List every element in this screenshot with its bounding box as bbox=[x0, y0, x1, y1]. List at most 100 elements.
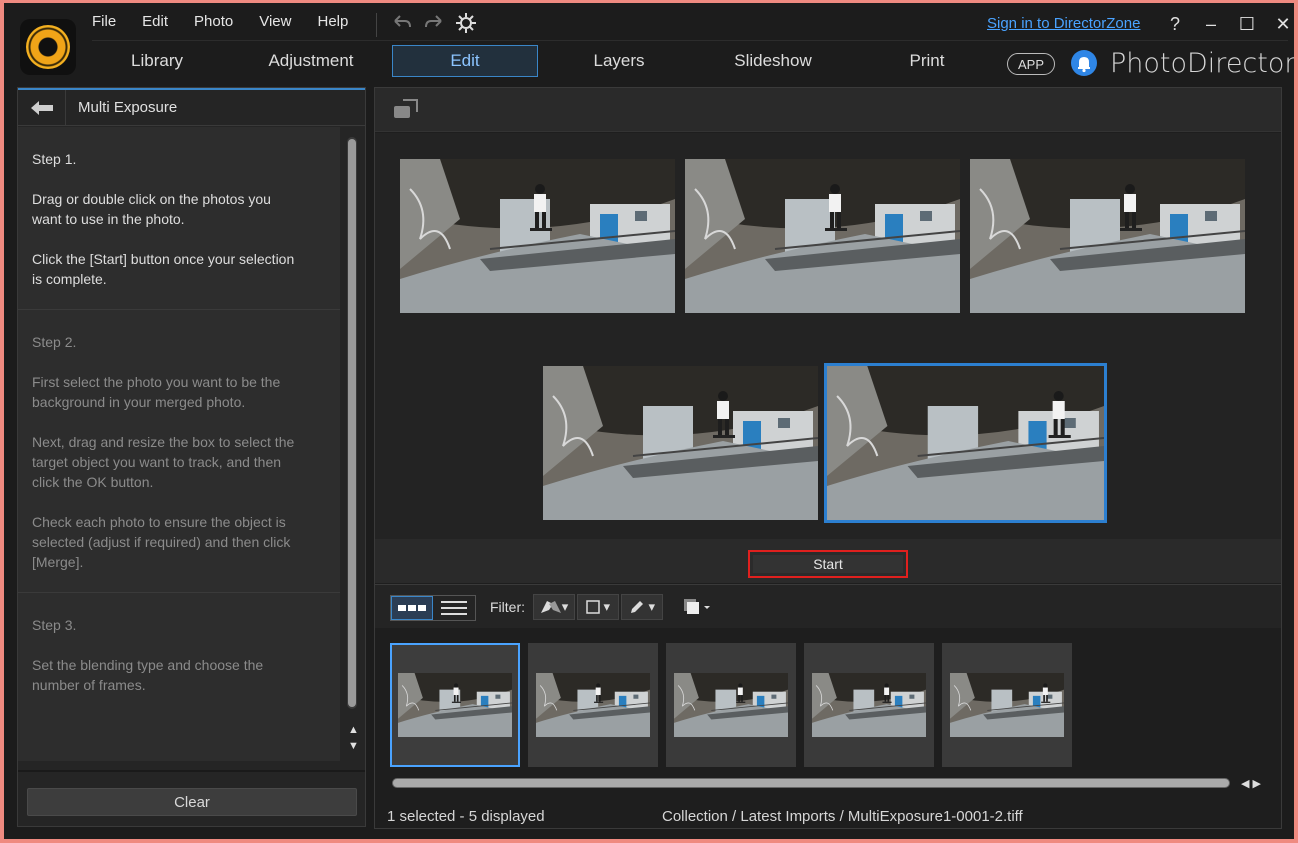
filmstrip-scroll-arrows: ◀ ▶ bbox=[1241, 777, 1261, 790]
thumbnail-image bbox=[950, 673, 1064, 737]
panel-header: Multi Exposure bbox=[18, 89, 365, 126]
scroll-arrows: ▲ ▼ bbox=[348, 722, 359, 754]
module-tabs: Library Adjustment Edit Layers Slideshow… bbox=[84, 45, 1008, 77]
stage-photo-1[interactable] bbox=[400, 159, 675, 313]
start-button[interactable]: Start bbox=[748, 550, 908, 578]
multi-exposure-panel: Multi Exposure Step 1. Drag or double cl… bbox=[17, 87, 366, 827]
brand-name: PhotoDirector bbox=[1110, 48, 1294, 79]
filmstrip-toolbar: Filter: ▾ ▾ ▾ bbox=[375, 584, 1281, 628]
stage-photo-5[interactable] bbox=[824, 363, 1107, 523]
back-button[interactable] bbox=[18, 89, 66, 126]
photodirector-logo[interactable] bbox=[20, 19, 76, 75]
tab-adjustment[interactable]: Adjustment bbox=[238, 45, 384, 77]
menu-photo[interactable]: Photo bbox=[194, 13, 233, 30]
stage-photo-2[interactable] bbox=[685, 159, 960, 313]
step-text: Set the blending type and choose the num… bbox=[32, 657, 264, 693]
file-path: Collection / Latest Imports / MultiExpos… bbox=[662, 808, 1023, 825]
stack-button[interactable] bbox=[679, 595, 713, 619]
quick-tools bbox=[390, 11, 478, 35]
filmstrip-icon bbox=[398, 605, 426, 611]
thumbnail-image bbox=[812, 673, 926, 737]
flag-filter-button[interactable]: ▾ bbox=[533, 594, 575, 620]
settings-gear-icon[interactable] bbox=[454, 11, 478, 35]
filter-buttons: ▾ ▾ ▾ bbox=[533, 594, 663, 620]
filmstrip-thumb-3[interactable] bbox=[666, 643, 796, 767]
step-2: Step 2. First select the photo you want … bbox=[18, 310, 340, 593]
menu-help[interactable]: Help bbox=[317, 13, 348, 30]
thumbnail-image bbox=[674, 673, 788, 737]
start-bar: Start bbox=[375, 539, 1281, 583]
menu-divider bbox=[376, 13, 377, 37]
signin-link[interactable]: Sign in to DirectorZone bbox=[987, 15, 1140, 32]
flags-icon bbox=[540, 601, 561, 613]
step-text: Drag or double click on the photos you w… bbox=[32, 191, 271, 227]
start-label: Start bbox=[753, 555, 903, 573]
undo-icon[interactable] bbox=[390, 11, 414, 35]
help-icon[interactable]: ? bbox=[1164, 13, 1186, 35]
filmstrip bbox=[390, 643, 1072, 767]
workspace: Start Filter: ▾ ▾ ▾ ◀ ▶ 1 selected - 5 d… bbox=[374, 87, 1282, 829]
scroll-right-icon[interactable]: ▶ bbox=[1253, 778, 1261, 790]
tab-slideshow[interactable]: Slideshow bbox=[700, 45, 846, 77]
step-text: Check each photo to ensure the object is… bbox=[32, 514, 291, 570]
list-icon bbox=[441, 601, 467, 615]
square-icon bbox=[586, 600, 600, 614]
stage-photo-3[interactable] bbox=[970, 159, 1245, 313]
filmstrip-thumb-5[interactable] bbox=[942, 643, 1072, 767]
filmstrip-thumb-2[interactable] bbox=[528, 643, 658, 767]
edit-filter-button[interactable]: ▾ bbox=[621, 594, 663, 620]
menu-edit[interactable]: Edit bbox=[142, 13, 168, 30]
tab-library[interactable]: Library bbox=[84, 45, 230, 77]
thumbnail-image bbox=[398, 673, 512, 737]
window-controls: ? – ☐ ✕ bbox=[1164, 13, 1294, 35]
tab-layers[interactable]: Layers bbox=[546, 45, 692, 77]
step-title: Step 2. bbox=[32, 334, 77, 350]
step-title: Step 1. bbox=[32, 151, 77, 167]
steps-list: Step 1. Drag or double click on the phot… bbox=[18, 127, 340, 761]
scroll-left-icon[interactable]: ◀ bbox=[1241, 778, 1249, 790]
pencil-icon bbox=[630, 601, 643, 613]
stack-icon bbox=[684, 599, 710, 614]
minimize-icon[interactable]: – bbox=[1200, 13, 1222, 35]
menu-view[interactable]: View bbox=[259, 13, 291, 30]
step-3: Step 3. Set the blending type and choose… bbox=[18, 593, 340, 761]
redo-icon[interactable] bbox=[422, 11, 446, 35]
filmstrip-thumb-1[interactable] bbox=[390, 643, 520, 767]
panel-title: Multi Exposure bbox=[78, 99, 178, 116]
step-text: Next, drag and resize the box to select … bbox=[32, 434, 295, 490]
view-toggle bbox=[390, 595, 476, 621]
selection-status: 1 selected - 5 displayed bbox=[387, 808, 545, 825]
filter-label: Filter: bbox=[490, 599, 525, 615]
tab-print[interactable]: Print bbox=[854, 45, 1000, 77]
menu-separator-line bbox=[92, 40, 1288, 41]
step-title: Step 3. bbox=[32, 617, 77, 633]
photo-stage bbox=[375, 133, 1281, 539]
menu-file[interactable]: File bbox=[92, 13, 116, 30]
panel-footer: Clear bbox=[18, 770, 365, 826]
steps-scrollbar[interactable] bbox=[347, 137, 357, 709]
clear-button[interactable]: Clear bbox=[27, 788, 357, 816]
scrollbar-thumb[interactable] bbox=[348, 139, 356, 707]
app-window: File Edit Photo View Help Sign in to Dir… bbox=[4, 3, 1294, 839]
color-label-filter-button[interactable]: ▾ bbox=[577, 594, 619, 620]
thumbnail-image bbox=[536, 673, 650, 737]
workspace-toolbar bbox=[375, 88, 1281, 132]
step-text: Click the [Start] button once your selec… bbox=[32, 251, 295, 287]
close-icon[interactable]: ✕ bbox=[1272, 13, 1294, 35]
menu-bar: File Edit Photo View Help bbox=[92, 13, 374, 30]
maximize-icon[interactable]: ☐ bbox=[1236, 13, 1258, 35]
filmstrip-view-button[interactable] bbox=[391, 596, 433, 620]
stage-photo-4[interactable] bbox=[543, 366, 818, 520]
step-text: First select the photo you want to be th… bbox=[32, 374, 281, 410]
filmstrip-scrollbar[interactable] bbox=[392, 778, 1230, 788]
step-1: Step 1. Drag or double click on the phot… bbox=[18, 127, 340, 310]
scroll-up-icon[interactable]: ▲ bbox=[348, 722, 359, 738]
tab-edit[interactable]: Edit bbox=[392, 45, 538, 77]
back-arrow-icon bbox=[30, 100, 53, 115]
app-button[interactable]: APP bbox=[1007, 53, 1055, 75]
scroll-down-icon[interactable]: ▼ bbox=[348, 738, 359, 754]
filmstrip-thumb-4[interactable] bbox=[804, 643, 934, 767]
list-view-button[interactable] bbox=[433, 596, 475, 620]
notification-bell-icon[interactable] bbox=[1070, 49, 1098, 77]
fit-window-icon[interactable] bbox=[393, 98, 419, 120]
